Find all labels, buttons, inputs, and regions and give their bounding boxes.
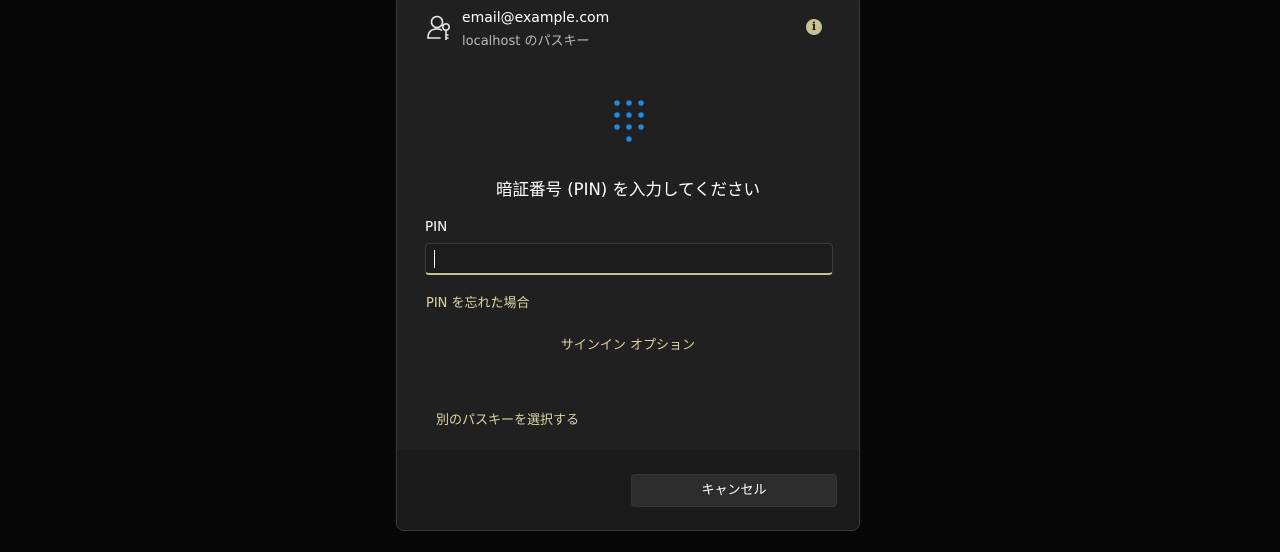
pin-label: PIN: [425, 219, 448, 235]
signin-options-link[interactable]: サインイン オプション: [397, 334, 859, 353]
text-caret: [434, 250, 435, 268]
page-title: 暗証番号 (PIN) を入力してください: [495, 180, 761, 199]
keypad-icon: [614, 100, 644, 142]
choose-another-passkey-link[interactable]: 別のパスキーを選択する: [436, 409, 579, 428]
user-key-icon: [427, 15, 450, 40]
account-subtitle: localhost のパスキー: [462, 34, 590, 49]
account-email: email@example.com: [462, 10, 610, 26]
cancel-button[interactable]: キャンセル: [631, 474, 837, 507]
pin-input[interactable]: [425, 243, 833, 275]
info-icon[interactable]: i: [806, 19, 822, 35]
forgot-pin-link[interactable]: PIN を忘れた場合: [426, 292, 530, 311]
passkey-dialog: email@example.com localhost のパスキー i 暗証番号…: [396, 0, 860, 531]
dialog-footer: キャンセル: [397, 450, 859, 530]
